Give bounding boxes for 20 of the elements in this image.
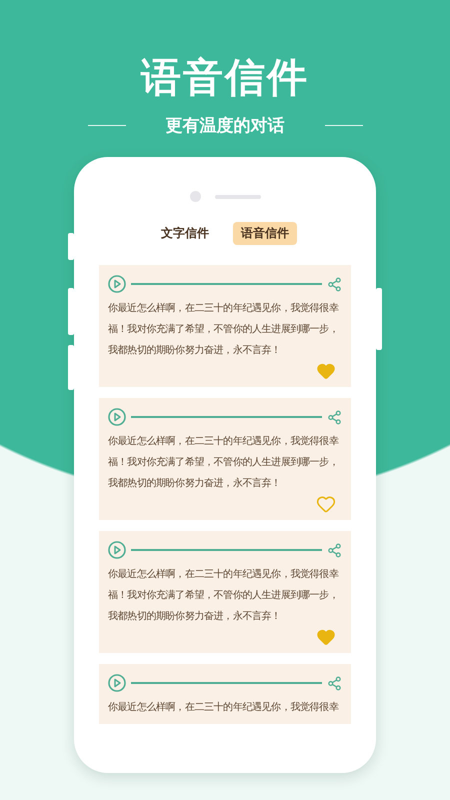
heart-icon[interactable] (316, 361, 336, 381)
play-icon[interactable] (108, 275, 126, 293)
camera-dot (190, 191, 200, 202)
tab[interactable]: 文字信件 (153, 222, 217, 245)
play-icon[interactable] (108, 541, 126, 559)
letter-text: 你最近怎么样啊，在二三十的年纪遇见你，我觉得很幸福！我对你充满了希望，不管你的人生进展到哪一步，我都热切的期盼你努力奋进，永不言弃！ (108, 302, 340, 358)
page-title: 语音信件 (141, 54, 309, 103)
letter-text: 你最近怎么样啊，在二三十的年纪遇见你，我觉得很幸 (108, 700, 340, 715)
share-icon[interactable] (327, 676, 342, 690)
share-icon[interactable] (327, 410, 342, 424)
page-subtitle: 更有温度的对话 (166, 115, 284, 137)
share-icon[interactable] (327, 542, 342, 558)
letter-text: 你最近怎么样啊，在二三十的年纪遇见你，我觉得很幸福！我对你充满了希望，不管你的人生进展到哪一步，我都热切的期盼你努力奋进，永不言弃！ (108, 568, 340, 624)
play-icon[interactable] (108, 674, 126, 692)
tab[interactable]: 语音信件 (233, 222, 297, 245)
heart-icon[interactable] (316, 627, 336, 647)
heart-icon[interactable] (316, 494, 336, 514)
play-icon[interactable] (108, 408, 126, 426)
share-icon[interactable] (327, 276, 342, 292)
letter-text: 你最近怎么样啊，在二三十的年纪遇见你，我觉得很幸福！我对你充满了希望，不管你的人生进展到哪一步，我都热切的期盼你努力奋进，永不言弃！ (108, 434, 340, 491)
